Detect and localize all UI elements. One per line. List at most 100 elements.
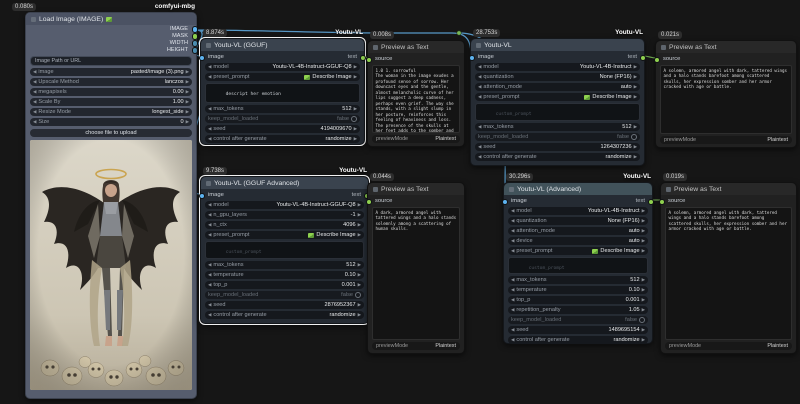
widget-model[interactable]: ◀ model Youtu-VL-4B-Instruct ▶	[508, 207, 648, 215]
output-height[interactable]: HEIGHT	[26, 46, 196, 53]
node-graph-canvas[interactable]: 0.080s comfyui-mbg Load Image (IMAGE) IM…	[0, 0, 800, 404]
widget-quantization[interactable]: ◀ quantization None (FP16) ▶	[475, 73, 640, 81]
widget-max-tokens[interactable]: ◀ max_tokens 512 ▶	[508, 276, 648, 284]
increment-arrow-icon[interactable]: ▶	[358, 282, 361, 288]
increment-arrow-icon[interactable]: ▶	[354, 64, 357, 70]
increment-arrow-icon[interactable]: ▶	[358, 202, 361, 208]
increment-arrow-icon[interactable]: ▶	[634, 84, 637, 90]
preview-mode-selector[interactable]: previewMode Plaintext	[372, 342, 460, 350]
preview-mode-selector[interactable]: previewMode Plaintext	[372, 135, 460, 143]
decrement-arrow-icon[interactable]: ◀	[208, 126, 211, 132]
decrement-arrow-icon[interactable]: ◀	[208, 136, 211, 142]
increment-arrow-icon[interactable]: ▶	[642, 287, 645, 293]
custom-prompt-textarea[interactable]: custom_prompt	[205, 241, 364, 259]
decrement-arrow-icon[interactable]: ◀	[208, 74, 211, 80]
widget-top-p[interactable]: ◀ top_p 0.001 ▶	[205, 281, 364, 289]
output-mask[interactable]: MASK	[26, 32, 196, 39]
widget-keep-model-loaded[interactable]: keep_model_loaded false	[508, 316, 648, 324]
preview-mode-selector[interactable]: previewMode Plaintext	[660, 136, 792, 144]
decrement-arrow-icon[interactable]: ◀	[208, 282, 211, 288]
decrement-arrow-icon[interactable]: ◀	[208, 262, 211, 268]
decrement-arrow-icon[interactable]: ◀	[511, 238, 514, 244]
node-title-bar[interactable]: Youtu-VL (GGUF)	[201, 39, 364, 51]
decrement-arrow-icon[interactable]: ◀	[208, 222, 211, 228]
increment-arrow-icon[interactable]: ▶	[354, 126, 357, 132]
increment-arrow-icon[interactable]: ▶	[634, 74, 637, 80]
node-title-bar[interactable]: Youtu-VL (Advanced)	[504, 183, 652, 195]
node-title-bar[interactable]: Preview as Text	[368, 41, 464, 53]
widget-megapixels[interactable]: ◀ megapixels 0.00 ▶	[30, 88, 192, 96]
widget-quantization[interactable]: ◀ quantization None (FP16) ▶	[508, 217, 648, 225]
node-youtu-vl-gguf[interactable]: 8.874s Youtu-VL Youtu-VL (GGUF) image te…	[200, 38, 365, 145]
widget-preset-prompt[interactable]: ◀ preset_prompt Describe Image ▶	[205, 73, 360, 81]
increment-arrow-icon[interactable]: ▶	[642, 307, 645, 313]
increment-arrow-icon[interactable]: ▶	[642, 297, 645, 303]
increment-arrow-icon[interactable]: ▶	[634, 94, 637, 100]
increment-arrow-icon[interactable]: ▶	[358, 212, 361, 218]
decrement-arrow-icon[interactable]: ◀	[33, 69, 36, 75]
decrement-arrow-icon[interactable]: ◀	[511, 208, 514, 214]
decrement-arrow-icon[interactable]: ◀	[208, 202, 211, 208]
node-load-image[interactable]: 0.080s comfyui-mbg Load Image (IMAGE) IM…	[25, 12, 197, 399]
decrement-arrow-icon[interactable]: ◀	[478, 74, 481, 80]
node-preview-text-2[interactable]: 0.021s Preview as Text source A solemn, …	[655, 40, 797, 148]
widget-model[interactable]: ◀ model Youtu-VL-4B-Instruct-GGUF-Q8 ▶	[205, 63, 360, 71]
node-title-bar[interactable]: Preview as Text	[661, 183, 796, 195]
widget-image[interactable]: ◀ image pasted/image (3).png ▶	[30, 68, 192, 76]
node-title-bar[interactable]: Youtu-VL (GGUF Advanced)	[201, 177, 368, 189]
decrement-arrow-icon[interactable]: ◀	[511, 287, 514, 293]
source-input-port[interactable]	[366, 57, 373, 64]
increment-arrow-icon[interactable]: ▶	[642, 277, 645, 283]
node-title-bar[interactable]: Preview as Text	[656, 41, 796, 53]
toggle-knob-icon[interactable]	[351, 116, 357, 122]
image-input-port[interactable]	[199, 55, 206, 62]
decrement-arrow-icon[interactable]: ◀	[33, 89, 36, 95]
image-path-input[interactable]: Image Path or URL	[30, 56, 192, 66]
increment-arrow-icon[interactable]: ▶	[634, 154, 637, 160]
image-input-port[interactable]	[469, 55, 476, 62]
increment-arrow-icon[interactable]: ▶	[358, 272, 361, 278]
widget-preset-prompt[interactable]: ◀ preset_prompt Describe Image ▶	[475, 93, 640, 101]
decrement-arrow-icon[interactable]: ◀	[208, 272, 211, 278]
widget-keep-model-loaded[interactable]: keep_model_loaded false	[205, 115, 360, 123]
widget-max-tokens[interactable]: ◀ max_tokens 512 ▶	[475, 123, 640, 131]
widget-device[interactable]: ◀ device auto ▶	[508, 237, 648, 245]
node-youtu-vl-gguf-advanced[interactable]: 9.738s Youtu-VL Youtu-VL (GGUF Advanced)…	[200, 176, 369, 324]
source-input-port[interactable]	[366, 199, 373, 206]
widget-seed[interactable]: ◀ seed 1489695154 ▶	[508, 326, 648, 334]
node-title-bar[interactable]: Youtu-VL	[471, 39, 644, 51]
increment-arrow-icon[interactable]: ▶	[358, 262, 361, 268]
decrement-arrow-icon[interactable]: ◀	[478, 124, 481, 130]
decrement-arrow-icon[interactable]: ◀	[33, 99, 36, 105]
increment-arrow-icon[interactable]: ▶	[354, 136, 357, 142]
widget-max-tokens[interactable]: ◀ max_tokens 512 ▶	[205, 105, 360, 113]
preview-text-content[interactable]: A solemn, armored angel with dark, tatte…	[660, 65, 792, 134]
widget-temperature[interactable]: ◀ temperature 0.10 ▶	[508, 286, 648, 294]
widget-upscale-method[interactable]: ◀ Upscale Method lanczos ▶	[30, 78, 192, 86]
decrement-arrow-icon[interactable]: ◀	[478, 94, 481, 100]
widget-n-ctx[interactable]: ◀ n_ctx 4096 ▶	[205, 221, 364, 229]
preview-mode-selector[interactable]: previewMode Plaintext	[665, 342, 792, 350]
widget-scale-by[interactable]: ◀ Scale By 1.00 ▶	[30, 98, 192, 106]
widget-seed[interactable]: ◀ seed 2876952367 ▶	[205, 301, 364, 309]
increment-arrow-icon[interactable]: ▶	[634, 144, 637, 150]
decrement-arrow-icon[interactable]: ◀	[511, 277, 514, 283]
custom-prompt-textarea[interactable]: custom_prompt	[508, 257, 648, 274]
source-input-port[interactable]	[659, 199, 666, 206]
increment-arrow-icon[interactable]: ▶	[358, 302, 361, 308]
widget-control-after-generate[interactable]: ◀ control after generate randomize ▶	[508, 336, 648, 344]
widget-control-after-generate[interactable]: ◀ control after generate randomize ▶	[205, 311, 364, 319]
widget-temperature[interactable]: ◀ temperature 0.10 ▶	[205, 271, 364, 279]
height-output-port[interactable]	[192, 47, 199, 54]
image-input-port[interactable]	[502, 199, 509, 206]
node-preview-text-1[interactable]: 0.008s Preview as Text source 1.0 1. sor…	[367, 40, 465, 147]
increment-arrow-icon[interactable]: ▶	[642, 337, 645, 343]
decrement-arrow-icon[interactable]: ◀	[478, 144, 481, 150]
decrement-arrow-icon[interactable]: ◀	[511, 337, 514, 343]
decrement-arrow-icon[interactable]: ◀	[478, 154, 481, 160]
widget-seed[interactable]: ◀ seed 1264307236 ▶	[475, 143, 640, 151]
widget-control-after-generate[interactable]: ◀ control after generate randomize ▶	[475, 153, 640, 161]
preview-text-content[interactable]: A solemn, armored angel with dark, tatte…	[665, 207, 792, 340]
widget-control-after-generate[interactable]: ◀ control after generate randomize ▶	[205, 135, 360, 143]
decrement-arrow-icon[interactable]: ◀	[511, 248, 514, 254]
